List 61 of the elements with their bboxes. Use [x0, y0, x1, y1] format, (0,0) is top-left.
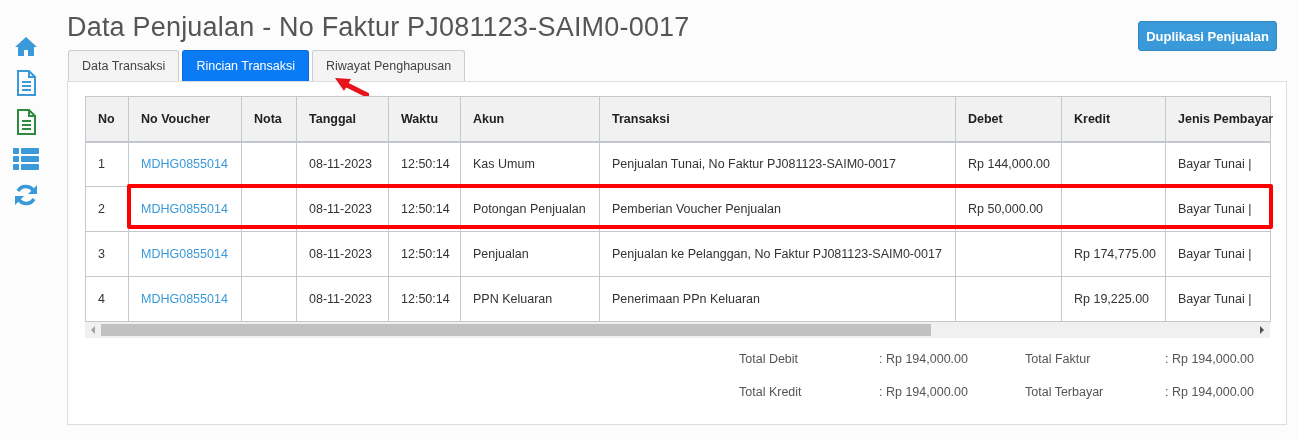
table-cell: 12:50:14	[401, 247, 450, 261]
document-icon[interactable]	[16, 109, 36, 135]
column-header: Akun	[460, 96, 600, 142]
table-cell: Rp 144,000.00	[968, 157, 1050, 172]
table-cell: 3	[98, 247, 105, 261]
table-cell: Bayar Tunai |	[1178, 292, 1252, 306]
table-cell: Bayar Tunai |	[1178, 202, 1252, 216]
scrollbar-thumb[interactable]	[101, 324, 932, 336]
scroll-left-icon[interactable]	[91, 326, 95, 334]
table-cell: PPN Keluaran	[473, 292, 553, 306]
table-cell: Rp 50,000.00	[968, 202, 1044, 216]
total-label: Total Terbayar	[1025, 385, 1105, 399]
tab[interactable]: Data Transaksi	[68, 50, 180, 81]
total-value: : Rp 194,000.00	[879, 385, 969, 399]
table-cell: Bayar Tunai |	[1178, 157, 1252, 172]
table-cell: Penjualan ke Pelanggan, No Faktur PJ081123-SAIM0-0017	[612, 247, 942, 261]
pointer-arrow-icon	[333, 76, 369, 98]
column-header: No Voucher	[128, 96, 242, 142]
column-header: Jenis Pembayar	[1165, 96, 1271, 142]
home-icon[interactable]	[14, 35, 38, 57]
total-value: : Rp 194,000.00	[1165, 385, 1255, 399]
table-cell: Kas Umum	[473, 157, 535, 172]
refresh-icon[interactable]	[14, 183, 38, 207]
table-cell: 12:50:14	[401, 292, 450, 306]
horizontal-scrollbar[interactable]	[85, 322, 1270, 338]
list-icon[interactable]	[13, 148, 39, 170]
table-cell: 1	[98, 157, 105, 172]
table-cell: 12:50:14	[401, 157, 450, 172]
column-header: Tanggal	[296, 96, 389, 142]
table-cell: 12:50:14	[401, 202, 450, 216]
table-cell: Bayar Tunai |	[1178, 247, 1252, 261]
table-cell: Pemberian Voucher Penjualan	[612, 202, 781, 216]
table-cell: Penjualan	[473, 247, 529, 261]
total-label: Total Kredit	[739, 385, 803, 399]
column-header: No	[85, 96, 129, 142]
table-cell: Rp 19,225.00	[1074, 292, 1150, 306]
table-cell: 08-11-2023	[309, 157, 372, 172]
duplicate-sale-button[interactable]: Duplikasi Penjualan	[1138, 21, 1277, 51]
column-header: Waktu	[388, 96, 461, 142]
document-icon[interactable]	[16, 70, 36, 96]
table-cell: 08-11-2023	[309, 202, 372, 216]
scroll-right-icon[interactable]	[1260, 326, 1264, 334]
total-value: : Rp 194,000.00	[879, 352, 969, 366]
tab[interactable]: Riwayat Penghapusan	[312, 50, 466, 81]
table-cell: 2	[98, 202, 105, 216]
total-label: Total Debit	[739, 352, 800, 366]
table-cell: 4	[98, 292, 105, 306]
column-header: Kredit	[1061, 96, 1166, 142]
page-title: Data Penjualan - No Faktur PJ081123-SAIM0-0017	[67, 12, 690, 43]
column-header: Transaksi	[599, 96, 956, 142]
column-header: Nota	[241, 96, 297, 142]
total-value: : Rp 194,000.00	[1165, 352, 1255, 366]
total-label: Total Faktur	[1025, 352, 1092, 366]
table-cell: Penerimaan PPn Keluaran	[612, 292, 760, 306]
table-cell: Penjualan Tunai, No Faktur PJ081123-SAIM0-0017	[612, 157, 896, 172]
table-cell: 08-11-2023	[309, 247, 372, 261]
tab[interactable]: Rincian Transaksi	[182, 50, 310, 81]
table-cell: Potongan Penjualan	[473, 202, 586, 216]
table-cell: Rp 174,775.00	[1074, 247, 1156, 261]
table-cell: 08-11-2023	[309, 292, 372, 306]
column-header: Debet	[955, 96, 1062, 142]
